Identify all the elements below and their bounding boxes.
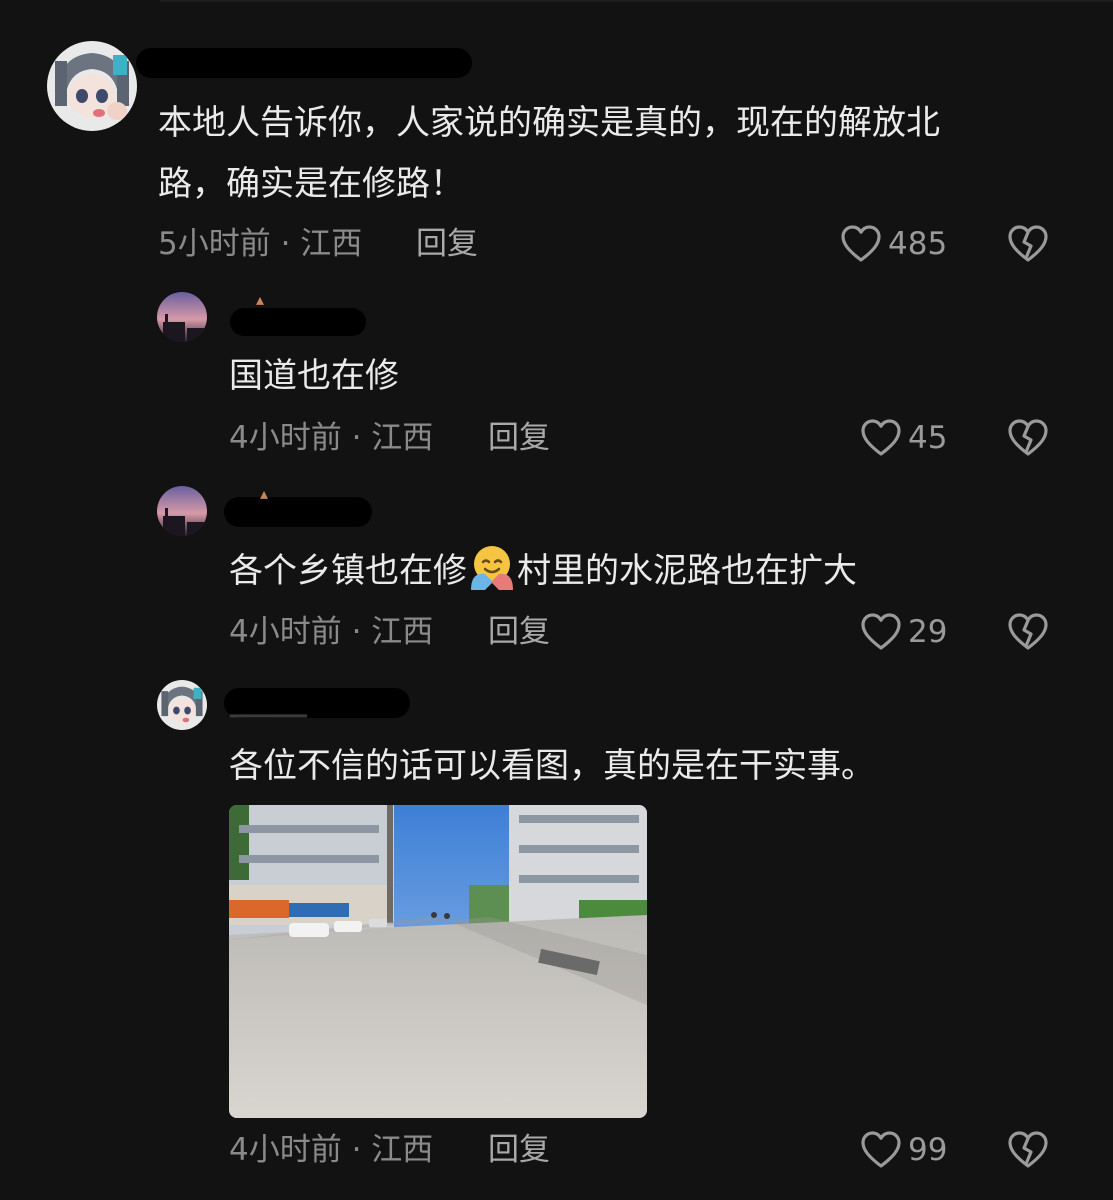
comment-text: 路，确实是在修路！ [158,164,464,204]
avatar-sunset[interactable] [157,292,207,342]
comment-meta: 4小时前 · 江西 [229,420,434,456]
hugging-face-icon [471,546,513,590]
comment-text: 本地人告诉你，人家说的确实是真的，现在的解放北 [158,103,940,143]
comment-text: 各个乡镇也在修 村里的水泥路也在扩大 [229,542,857,600]
like-button[interactable]: 45 [860,418,947,458]
like-button[interactable]: 99 [860,1130,947,1170]
like-button[interactable]: 485 [840,224,947,264]
reply-button[interactable]: 回复 [488,418,550,458]
heart-outline-icon [861,613,901,650]
avatar-anime-girl[interactable] [157,680,207,730]
reply-button[interactable]: 回复 [416,224,478,264]
divider [160,0,1113,2]
comment-meta: 4小时前 · 江西 [229,1132,434,1168]
heart-outline-icon [861,1131,901,1168]
comment-text-part: 各个乡镇也在修 [229,551,467,591]
username-ghost: ▔▔▔▔▔ [230,714,307,738]
username-redacted [230,308,366,336]
broken-heart-icon[interactable] [1007,1130,1049,1170]
avatar-sunset[interactable] [157,486,207,536]
comment-photo-street[interactable] [229,805,647,1118]
username-redacted [136,48,472,78]
broken-heart-icon[interactable] [1007,612,1049,652]
like-button[interactable]: 29 [860,612,947,652]
comment-meta: 5小时前 · 江西 [158,226,363,262]
like-count: 485 [888,226,948,262]
avatar-anime-girl[interactable] [47,41,137,131]
comment-meta: 4小时前 · 江西 [229,614,434,650]
broken-heart-icon[interactable] [1007,224,1049,264]
comment-text: 各位不信的话可以看图，真的是在干实事。 [229,746,875,786]
broken-heart-icon[interactable] [1007,418,1049,458]
like-count: 29 [908,614,948,650]
like-count: 99 [908,1132,948,1168]
heart-outline-icon [861,419,901,456]
username-ghost: ▴ [260,484,269,503]
heart-outline-icon [841,225,881,262]
username-ghost: ▴ [256,290,265,309]
reply-button[interactable]: 回复 [488,612,550,652]
reply-button[interactable]: 回复 [488,1130,550,1170]
comment-text-part: 村里的水泥路也在扩大 [517,551,857,591]
like-count: 45 [908,420,948,456]
comment-text: 国道也在修 [229,356,399,396]
username-redacted [224,497,372,527]
comment-panel: ▔▔▔ 本地人告诉你，人家说的确实是真的，现在的解放北 路，确实是在修路！ 5小… [0,0,1113,1200]
